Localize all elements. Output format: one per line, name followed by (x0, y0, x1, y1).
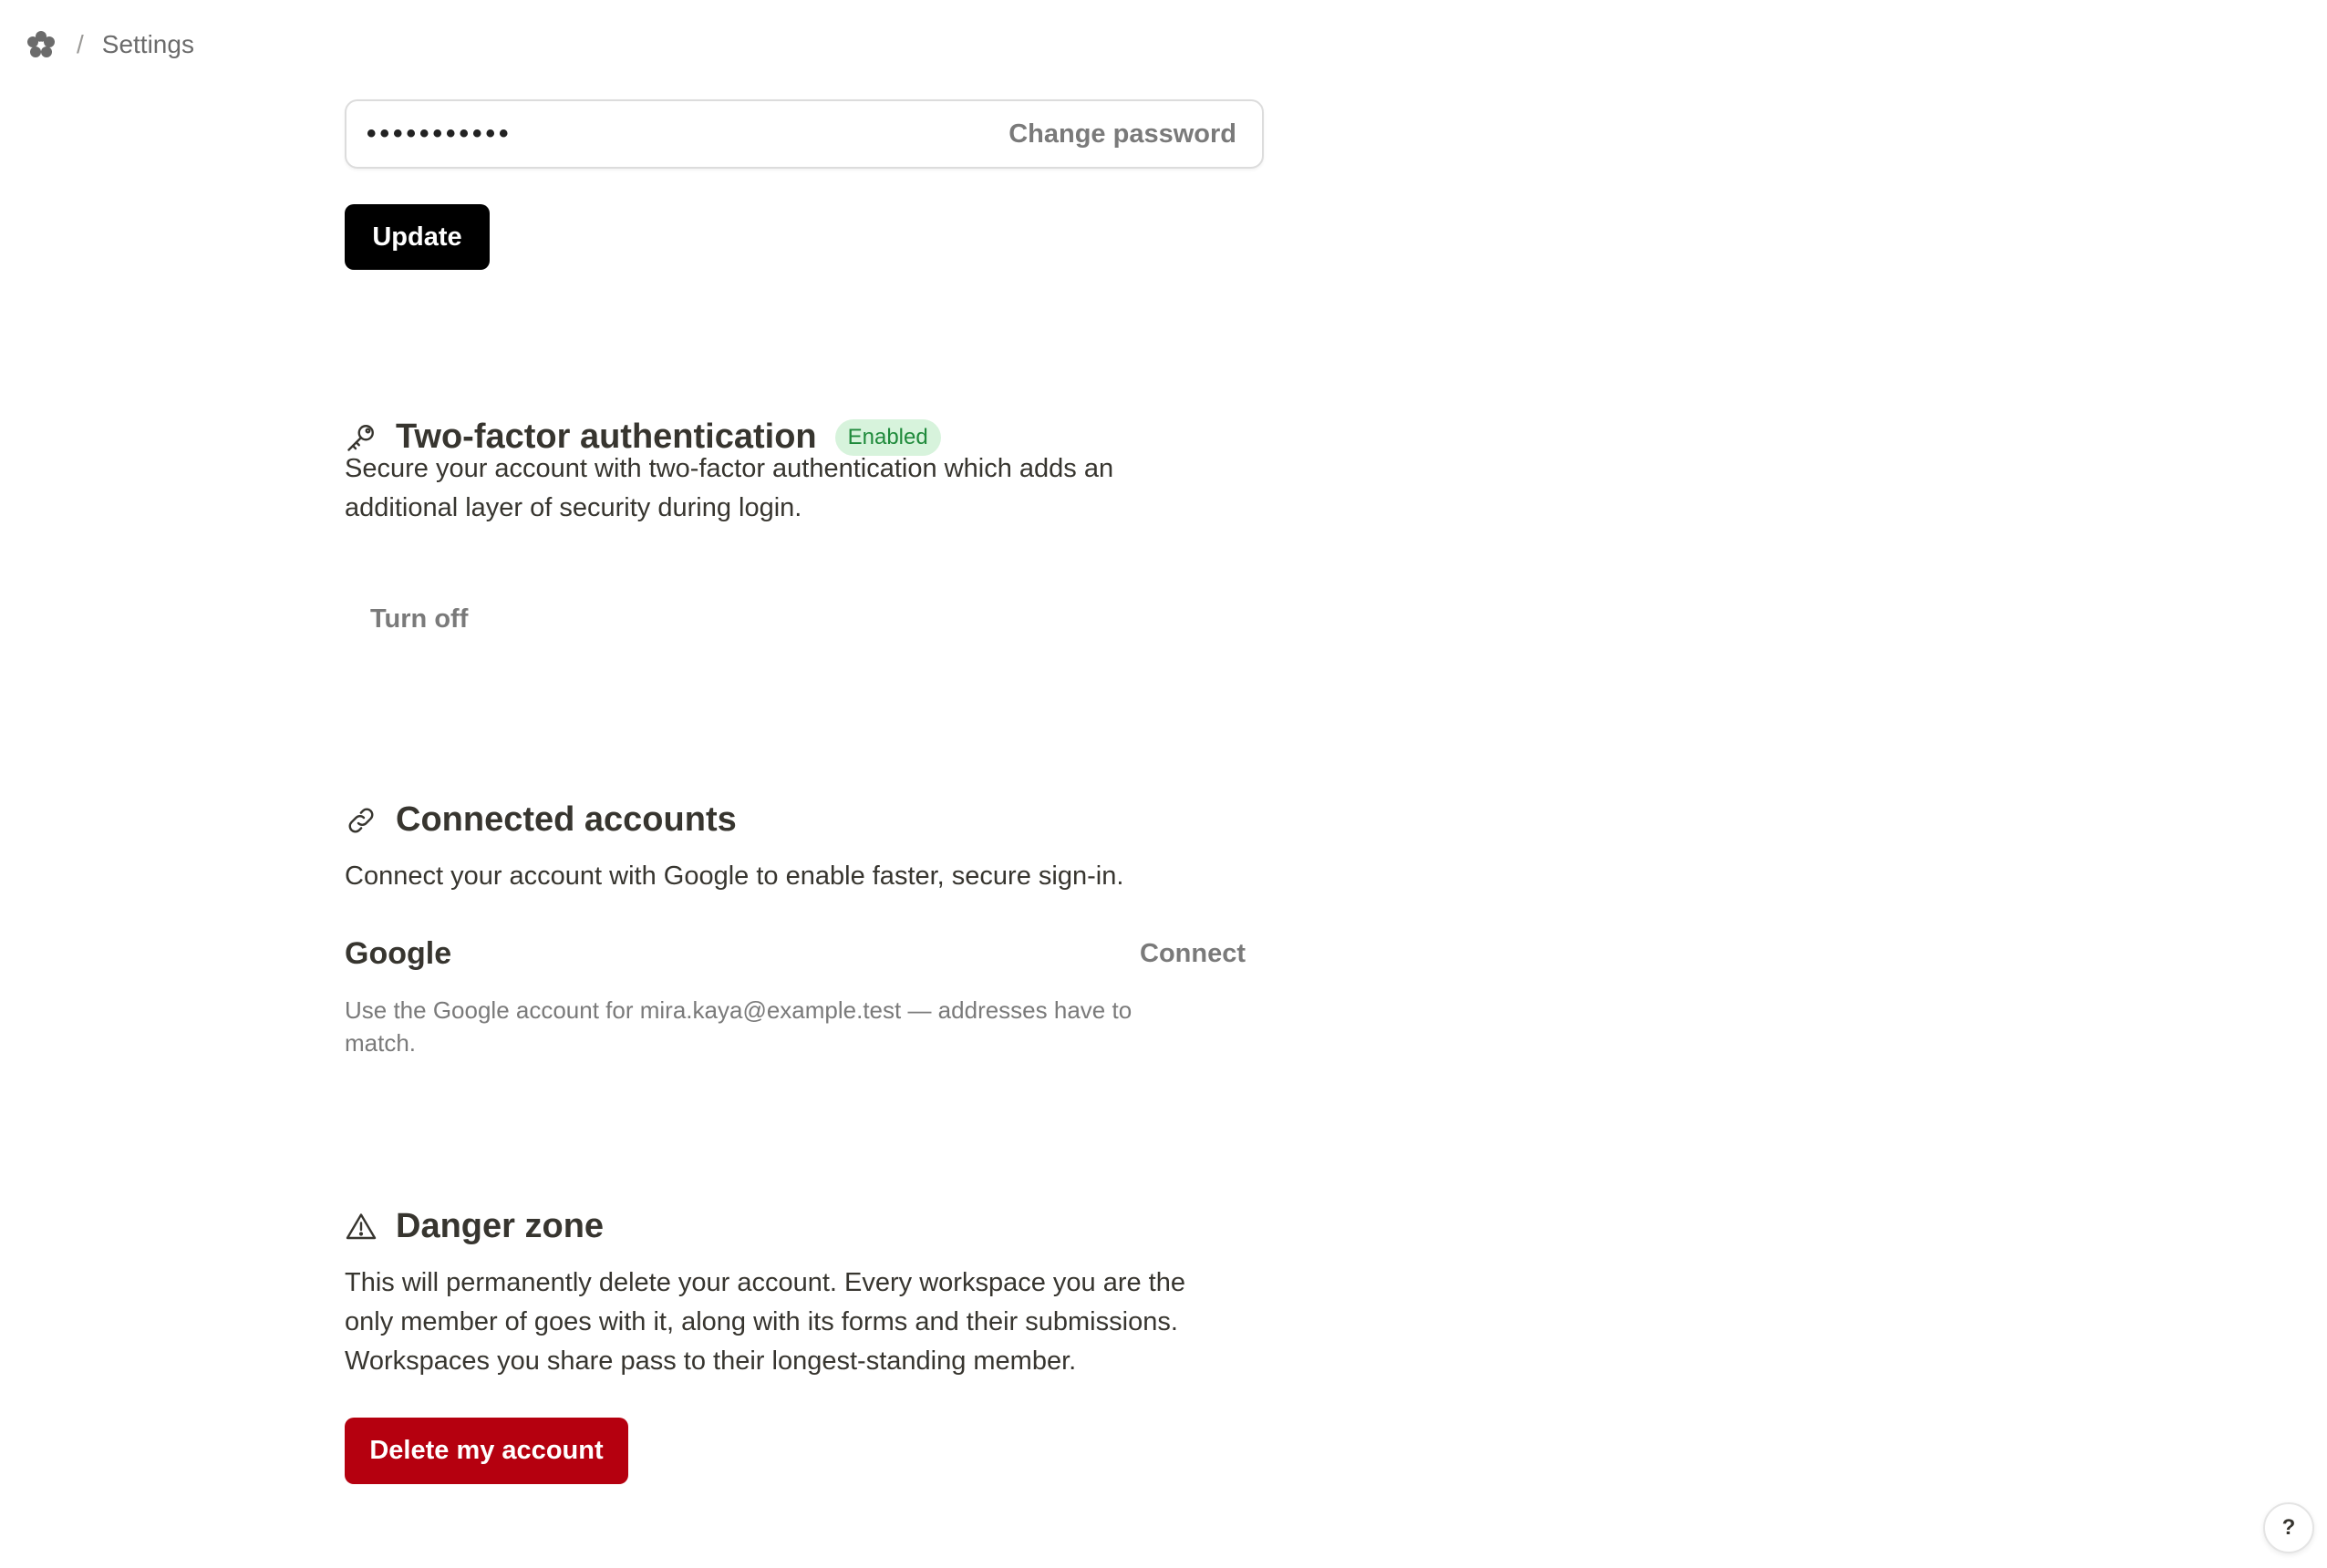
help-button[interactable]: ? (2263, 1502, 2314, 1553)
two-factor-description-line2: additional layer of security during logi… (345, 493, 802, 522)
danger-zone-header: Danger zone (345, 1207, 604, 1246)
two-factor-description: Secure your account with two-factor auth… (345, 449, 1113, 528)
link-icon (345, 804, 377, 837)
danger-zone-line1: This will permanently delete your accoun… (345, 1268, 1185, 1297)
google-note-line1: Use the Google account for mira.kaya@exa… (345, 996, 1132, 1024)
connected-accounts-title: Connected accounts (396, 800, 737, 839)
google-note: Use the Google account for mira.kaya@exa… (345, 994, 1220, 1059)
connected-accounts-description: Connect your account with Google to enab… (345, 861, 1124, 891)
warning-triangle-icon (345, 1211, 377, 1243)
settings-page: / Settings ••••••••••• Change password U… (0, 0, 2327, 1568)
update-button[interactable]: Update (345, 204, 490, 270)
change-password-button[interactable]: Change password (1008, 119, 1236, 150)
connect-google-button[interactable]: Connect (1140, 939, 1246, 969)
password-field[interactable]: ••••••••••• Change password (345, 99, 1264, 169)
google-note-line2: match. (345, 1029, 417, 1057)
connected-accounts-header: Connected accounts (345, 800, 737, 840)
breadcrumb-separator: / (77, 30, 84, 58)
danger-zone-description: This will permanently delete your accoun… (345, 1264, 1185, 1381)
danger-zone-line3: Workspaces you share pass to their longe… (345, 1346, 1077, 1376)
turn-off-button[interactable]: Turn off (370, 604, 468, 634)
google-provider-name: Google (345, 936, 452, 971)
google-provider-row: Google Connect (345, 936, 1264, 972)
danger-zone-title: Danger zone (396, 1207, 605, 1245)
breadcrumb-current: Settings (101, 30, 194, 58)
breadcrumb: / Settings (26, 24, 194, 66)
two-factor-description-line1: Secure your account with two-factor auth… (345, 454, 1114, 483)
delete-account-button[interactable]: Delete my account (345, 1418, 628, 1484)
danger-zone-line2: only member of goes with it, along with … (345, 1307, 1178, 1336)
password-masked-value: ••••••••••• (367, 119, 512, 149)
flower-logo-icon[interactable] (26, 29, 57, 60)
